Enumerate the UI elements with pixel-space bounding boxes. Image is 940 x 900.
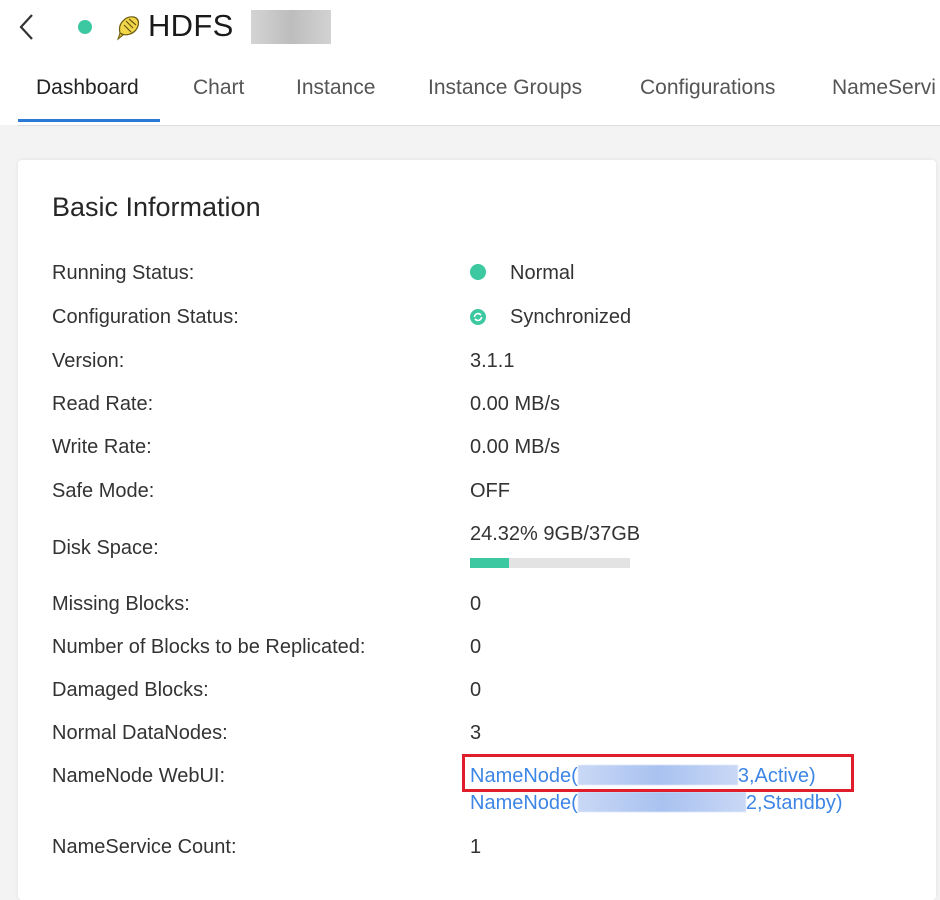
blocks-to-replicate-label: Number of Blocks to be Replicated:	[52, 636, 366, 658]
version-value: 3.1.1	[470, 350, 515, 372]
normal-status-icon	[470, 264, 486, 280]
damaged-blocks-label: Damaged Blocks:	[52, 679, 209, 701]
disk-space-value: 24.32% 9GB/37GB	[470, 523, 641, 545]
configuration-status-label: Configuration Status:	[52, 306, 239, 328]
service-tabs: Dashboard Chart Instance Instance Groups…	[18, 68, 940, 126]
normal-datanodes-label: Normal DataNodes:	[52, 722, 228, 744]
missing-blocks-label: Missing Blocks:	[52, 593, 190, 615]
write-rate-value: 0.00 MB/s	[470, 436, 561, 458]
missing-blocks-value: 0	[470, 593, 482, 615]
disk-usage-fill	[470, 558, 509, 568]
normal-datanodes-value: 3	[470, 722, 482, 744]
configuration-status-text: Synchronized	[510, 306, 632, 328]
redacted-title-suffix	[251, 10, 331, 44]
tab-nameservice[interactable]: NameServi	[832, 68, 936, 122]
running-status-text: Normal	[510, 262, 575, 284]
namenode-webui-label: NameNode WebUI:	[52, 765, 226, 787]
write-rate-label: Write Rate:	[52, 436, 152, 458]
safe-mode-label: Safe Mode:	[52, 480, 155, 502]
read-rate-label: Read Rate:	[52, 393, 154, 415]
tab-instance[interactable]: Instance	[296, 68, 375, 122]
nameservice-count-label: NameService Count:	[52, 836, 237, 858]
damaged-blocks-value: 0	[470, 679, 482, 701]
safe-mode-value: OFF	[470, 480, 510, 502]
redacted-host	[577, 792, 746, 812]
tab-configurations[interactable]: Configurations	[640, 68, 775, 122]
running-status-value: Normal	[470, 262, 574, 285]
highlight-annotation-box	[462, 754, 854, 792]
disk-space-label: Disk Space:	[52, 537, 159, 559]
service-title: HDFS	[148, 8, 234, 43]
hdfs-elephant-icon	[116, 16, 140, 41]
tab-instance-groups[interactable]: Instance Groups	[428, 68, 582, 122]
top-bar: HDFS Dashboard Chart Instance Instance G…	[0, 0, 940, 126]
card-title: Basic Information	[52, 192, 261, 222]
basic-information-card: Basic Information Running Status: Normal…	[18, 160, 936, 900]
active-tab-indicator	[18, 119, 160, 122]
namenode-standby-prefix: NameNode(	[470, 792, 578, 814]
blocks-to-replicate-value: 0	[470, 636, 482, 658]
disk-usage-bar	[470, 558, 630, 568]
namenode-standby-suffix: 2,Standby)	[745, 792, 843, 814]
sync-icon	[470, 309, 486, 325]
tab-chart[interactable]: Chart	[193, 68, 244, 122]
running-status-label: Running Status:	[52, 262, 195, 284]
configuration-status-value: Synchronized	[470, 306, 631, 329]
version-label: Version:	[52, 350, 125, 372]
tab-dashboard[interactable]: Dashboard	[36, 68, 139, 122]
namenode-standby-link[interactable]: NameNode( 2,Standby)	[470, 792, 843, 815]
service-status-dot	[78, 20, 92, 34]
read-rate-value: 0.00 MB/s	[470, 393, 561, 415]
nameservice-count-value: 1	[470, 836, 482, 858]
chevron-left-icon[interactable]	[14, 12, 40, 42]
